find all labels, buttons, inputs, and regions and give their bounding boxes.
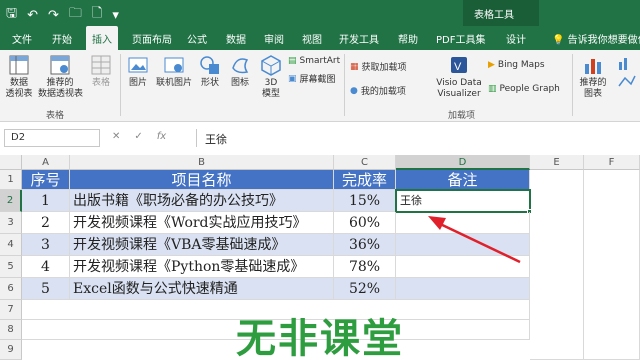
excel-window: 🖫 ↶ ↷ 🗀 🗋 ▾ 表格工具 文件 开始 插入 页面布局 公式 数据 审阅 …	[0, 0, 640, 360]
watermark: 无非课堂	[236, 316, 404, 360]
